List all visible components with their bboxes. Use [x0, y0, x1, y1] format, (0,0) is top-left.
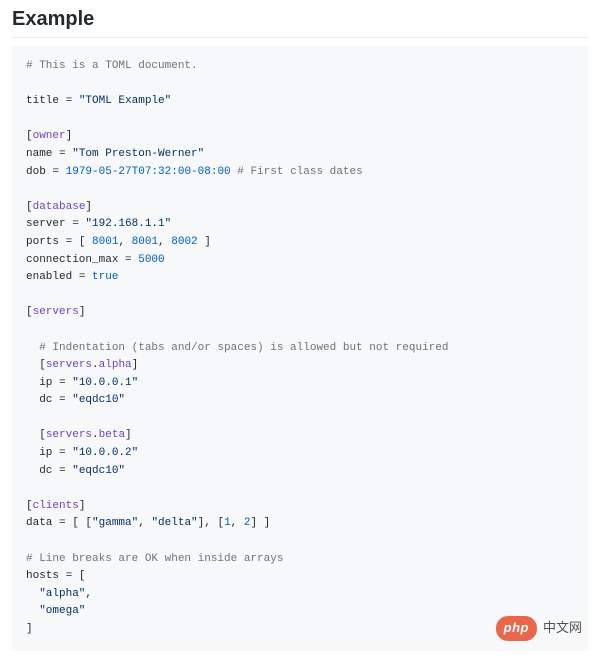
- code-comment: # Indentation (tabs and/or spaces) is al…: [39, 342, 448, 354]
- code-indent: [26, 605, 39, 617]
- code-key: connection_max: [26, 254, 118, 266]
- code-punct: ]: [125, 429, 132, 441]
- code-punct: =: [118, 254, 138, 266]
- code-punct: =: [46, 166, 66, 178]
- code-punct: ,: [118, 236, 131, 248]
- code-punct: [: [26, 201, 33, 213]
- code-punct: .: [92, 359, 99, 371]
- code-punct: ,: [158, 236, 171, 248]
- code-punct: =: [52, 377, 72, 389]
- code-key: dc: [39, 394, 52, 406]
- code-key: ip: [39, 377, 52, 389]
- watermark-badge: php: [496, 616, 537, 641]
- code-punct: =: [52, 148, 72, 160]
- code-key: hosts: [26, 570, 59, 582]
- code-punct: ]: [79, 306, 86, 318]
- code-punct: [: [39, 359, 46, 371]
- code-comment: # This is a TOML document.: [26, 60, 198, 72]
- code-punct: = [ [: [52, 517, 92, 529]
- code-key: title: [26, 95, 59, 107]
- code-indent: [26, 588, 39, 600]
- code-key: name: [26, 148, 52, 160]
- code-string: "delta": [151, 517, 197, 529]
- code-number: 1: [224, 517, 231, 529]
- code-table: alpha: [99, 359, 132, 371]
- code-string: "10.0.0.1": [72, 377, 138, 389]
- code-indent: [26, 359, 39, 371]
- code-key: dc: [39, 465, 52, 477]
- code-string: "Tom Preston-Werner": [72, 148, 204, 160]
- code-punct: [: [39, 429, 46, 441]
- code-string: "gamma": [92, 517, 138, 529]
- code-comment: # First class dates: [231, 166, 363, 178]
- code-punct: [: [26, 130, 33, 142]
- code-string: "TOML Example": [79, 95, 171, 107]
- code-punct: ]: [66, 130, 73, 142]
- code-punct: =: [66, 218, 86, 230]
- code-punct: = [: [59, 570, 85, 582]
- code-indent: [26, 394, 39, 406]
- code-punct: =: [72, 271, 92, 283]
- code-block: # This is a TOML document. title = "TOML…: [12, 46, 588, 651]
- code-number: 2: [244, 517, 251, 529]
- code-comment: # Line breaks are OK when inside arrays: [26, 553, 283, 565]
- code-table: clients: [33, 500, 79, 512]
- code-punct: ]: [79, 500, 86, 512]
- code-string: "eqdc10": [72, 465, 125, 477]
- code-indent: [26, 465, 39, 477]
- code-table: servers: [33, 306, 79, 318]
- code-date: 1979-05-27T07:32:00-08:00: [66, 166, 231, 178]
- code-table: servers: [46, 359, 92, 371]
- code-punct: =: [52, 394, 72, 406]
- code-number: 5000: [138, 254, 164, 266]
- code-number: 8001: [132, 236, 158, 248]
- code-indent: [26, 447, 39, 459]
- code-string: "alpha": [39, 588, 85, 600]
- code-string: "10.0.0.2": [72, 447, 138, 459]
- code-punct: ]: [198, 236, 211, 248]
- code-key: ip: [39, 447, 52, 459]
- code-number: 8002: [171, 236, 197, 248]
- code-indent: [26, 377, 39, 389]
- code-punct: ,: [231, 517, 244, 529]
- code-punct: ]: [132, 359, 139, 371]
- code-key: ports: [26, 236, 59, 248]
- code-punct: ,: [85, 588, 92, 600]
- code-punct: ]: [85, 201, 92, 213]
- code-table: owner: [33, 130, 66, 142]
- code-table: beta: [99, 429, 125, 441]
- code-string: "omega": [39, 605, 85, 617]
- code-key: dob: [26, 166, 46, 178]
- code-table: servers: [46, 429, 92, 441]
- code-punct: =: [52, 447, 72, 459]
- code-punct: =: [52, 465, 72, 477]
- code-punct: =: [59, 95, 79, 107]
- code-punct: = [: [59, 236, 92, 248]
- section-heading: Example: [12, 8, 588, 38]
- code-punct: [: [26, 306, 33, 318]
- code-key: server: [26, 218, 66, 230]
- code-punct: ] ]: [250, 517, 270, 529]
- code-key: enabled: [26, 271, 72, 283]
- code-indent: [26, 429, 39, 441]
- code-indent: [26, 342, 39, 354]
- code-bool: true: [92, 271, 118, 283]
- code-punct: .: [92, 429, 99, 441]
- code-key: data: [26, 517, 52, 529]
- watermark: php 中文网: [496, 616, 582, 641]
- code-string: "192.168.1.1": [85, 218, 171, 230]
- code-punct: ], [: [198, 517, 224, 529]
- code-punct: ]: [26, 623, 33, 635]
- code-punct: ,: [138, 517, 151, 529]
- watermark-text: 中文网: [543, 618, 582, 639]
- code-table: database: [33, 201, 86, 213]
- code-string: "eqdc10": [72, 394, 125, 406]
- code-punct: [: [26, 500, 33, 512]
- code-number: 8001: [92, 236, 118, 248]
